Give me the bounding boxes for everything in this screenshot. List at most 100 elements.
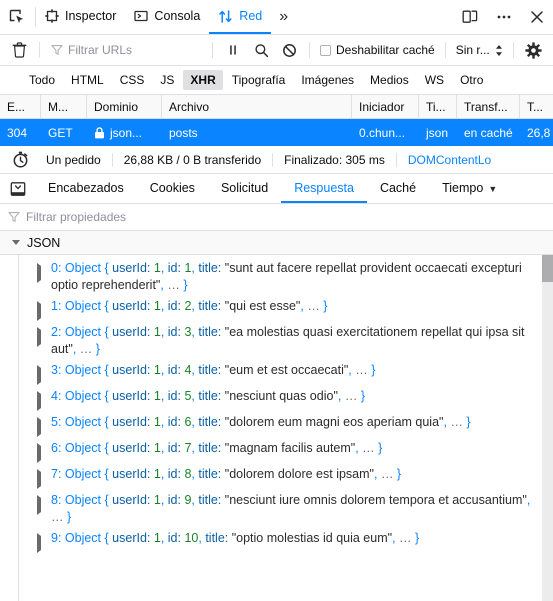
twisty-collapsed-icon[interactable] xyxy=(37,466,51,489)
json-brace-close: } xyxy=(323,299,328,313)
network-settings-button[interactable] xyxy=(521,38,547,62)
tab-cookies[interactable]: Cookies xyxy=(137,174,208,203)
tab-solicitud[interactable]: Solicitud xyxy=(208,174,281,203)
chevron-double-right-icon: » xyxy=(279,8,288,25)
tab-network[interactable]: Red xyxy=(209,0,272,34)
element-picker-icon[interactable] xyxy=(0,0,35,34)
json-row[interactable]: 4: Object { userId: 1, id: 5, title: "ne… xyxy=(19,386,553,412)
disable-cache-label: Deshabilitar caché xyxy=(336,43,435,57)
column-header-size[interactable]: T... xyxy=(520,95,553,118)
request-details-tabs: Encabezados Cookies Solicitud Respuesta … xyxy=(0,174,553,204)
search-button[interactable] xyxy=(248,38,274,62)
type-filter-otro[interactable]: Otro xyxy=(453,70,490,90)
twisty-collapsed-icon[interactable] xyxy=(37,530,51,553)
twisty-collapsed-icon[interactable] xyxy=(37,260,51,283)
tab-cache[interactable]: Caché xyxy=(367,174,429,203)
json-row-text: 4: Object { userId: 1, id: 5, title: "ne… xyxy=(51,388,539,405)
column-header-type[interactable]: Ti... xyxy=(419,95,457,118)
type-filter-html[interactable]: HTML xyxy=(64,70,111,90)
scrollbar-thumb[interactable] xyxy=(542,255,553,282)
json-key-title: title: xyxy=(198,493,225,507)
json-key-id: id: xyxy=(167,261,185,275)
twisty-icon xyxy=(37,301,41,321)
toolbox-overflow-button[interactable]: » xyxy=(271,0,294,34)
twisty-collapsed-icon[interactable] xyxy=(37,298,51,321)
json-row-text: 9: Object { userId: 1, id: 10, title: "o… xyxy=(51,530,539,547)
column-header-method[interactable]: M... xyxy=(41,95,87,118)
twisty-collapsed-icon[interactable] xyxy=(37,440,51,463)
tab-encabezados[interactable]: Encabezados xyxy=(35,174,137,203)
json-row[interactable]: 1: Object { userId: 1, id: 2, title: "qu… xyxy=(19,296,553,322)
disable-cache-checkbox[interactable]: Deshabilitar caché xyxy=(317,43,438,57)
tab-console[interactable]: Consola xyxy=(125,0,209,34)
type-filter-medios[interactable]: Medios xyxy=(363,70,416,90)
network-toolbar: Filtrar URLs Deshabilitar caché Sin r... xyxy=(0,35,553,66)
json-comma-1: , xyxy=(160,415,168,429)
json-row[interactable]: 6: Object { userId: 1, id: 7, title: "ma… xyxy=(19,438,553,464)
column-header-domain[interactable]: Dominio xyxy=(87,95,162,118)
json-ellipsis: … xyxy=(167,278,184,292)
json-key-title: title: xyxy=(198,441,225,455)
json-value-userid: 1 xyxy=(153,299,161,313)
row-transferred: en caché xyxy=(464,125,513,140)
json-comma-1: , xyxy=(160,441,168,455)
tab-respuesta[interactable]: Respuesta xyxy=(281,174,367,203)
twisty-collapsed-icon[interactable] xyxy=(37,414,51,437)
json-value-title: "eum et est occaecati" xyxy=(224,363,349,377)
lock-icon xyxy=(94,126,105,139)
search-icon xyxy=(254,43,269,58)
checkbox-box[interactable] xyxy=(320,44,331,56)
twisty-collapsed-icon[interactable] xyxy=(37,324,51,347)
meatball-menu-button[interactable] xyxy=(487,0,521,34)
json-row[interactable]: 7: Object { userId: 1, id: 8, title: "do… xyxy=(19,464,553,490)
clear-requests-button[interactable] xyxy=(6,38,32,62)
column-header-initiator[interactable]: Iniciador xyxy=(352,95,419,118)
twisty-collapsed-icon[interactable] xyxy=(37,492,51,515)
type-filter-tipografia[interactable]: Tipografía xyxy=(225,70,293,90)
responsive-design-mode-icon[interactable] xyxy=(453,0,487,34)
json-row[interactable]: 5: Object { userId: 1, id: 6, title: "do… xyxy=(19,412,553,438)
column-header-status[interactable]: E... xyxy=(0,95,41,118)
type-filter-js[interactable]: JS xyxy=(153,70,181,90)
filter-urls-input[interactable]: Filtrar URLs xyxy=(47,40,205,60)
type-filter-ws[interactable]: WS xyxy=(418,70,451,90)
json-brace-close: } xyxy=(183,278,188,292)
column-header-file[interactable]: Archivo xyxy=(162,95,352,118)
details-tabs-overflow-button[interactable]: ▼ xyxy=(488,174,505,203)
close-devtools-button[interactable] xyxy=(521,0,553,34)
type-filter-css[interactable]: CSS xyxy=(113,70,152,90)
twisty-collapsed-icon[interactable] xyxy=(37,388,51,411)
json-value-userid: 1 xyxy=(153,389,161,403)
type-filter-imagenes[interactable]: Imágenes xyxy=(294,70,361,90)
summary-request-count: Un pedido xyxy=(46,152,101,167)
twisty-icon xyxy=(37,327,41,347)
json-row-text: 3: Object { userId: 1, id: 4, title: "eu… xyxy=(51,362,539,379)
pause-button[interactable] xyxy=(220,38,246,62)
tab-tiempo[interactable]: Tiempo xyxy=(429,174,488,203)
json-value-id: 10 xyxy=(184,531,199,545)
type-filter-xhr[interactable]: XHR xyxy=(183,70,223,90)
json-section-header[interactable]: JSON xyxy=(0,231,553,255)
toolbar-divider-5 xyxy=(512,42,514,58)
json-object-label: Object xyxy=(64,531,105,545)
column-header-transferred[interactable]: Transf... xyxy=(457,95,520,118)
twisty-collapsed-icon[interactable] xyxy=(37,362,51,385)
twisty-open-icon[interactable] xyxy=(12,240,20,245)
filter-properties-input[interactable]: Filtrar propiedades xyxy=(0,204,553,231)
block-requests-button[interactable] xyxy=(276,38,302,62)
vertical-scrollbar[interactable] xyxy=(542,255,553,601)
stopwatch-icon xyxy=(6,151,35,168)
block-icon xyxy=(282,43,297,58)
json-row[interactable]: 0: Object { userId: 1, id: 1, title: "su… xyxy=(19,258,553,296)
json-row[interactable]: 8: Object { userId: 1, id: 9, title: "ne… xyxy=(19,490,553,528)
throttling-select[interactable]: Sin r... xyxy=(453,43,506,57)
table-row[interactable]: 304 GET json... posts 0.chun... json en … xyxy=(0,119,553,146)
json-row[interactable]: 2: Object { userId: 1, id: 3, title: "ea… xyxy=(19,322,553,360)
type-filter-todo[interactable]: Todo xyxy=(22,70,62,90)
panel-toggle-button[interactable] xyxy=(0,174,35,203)
json-row[interactable]: 3: Object { userId: 1, id: 4, title: "eu… xyxy=(19,360,553,386)
json-row[interactable]: 9: Object { userId: 1, id: 10, title: "o… xyxy=(19,528,553,554)
tab-inspector[interactable]: Inspector xyxy=(36,0,125,34)
json-brace-close: } xyxy=(378,441,383,455)
inspector-icon xyxy=(45,9,59,23)
